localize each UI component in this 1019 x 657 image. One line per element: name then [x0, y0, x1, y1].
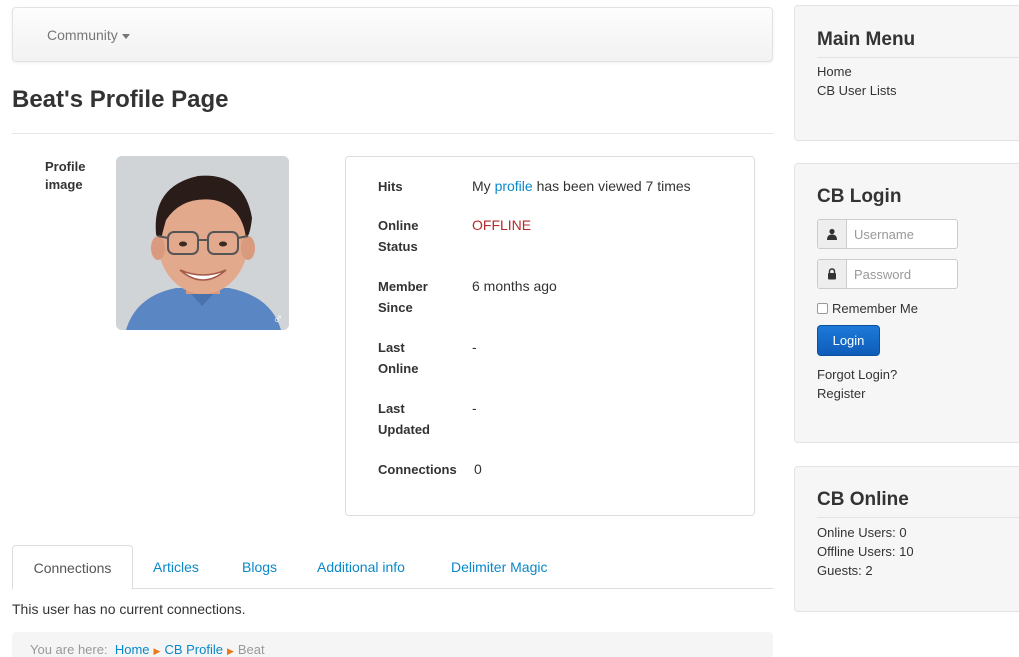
connections-value: 0 — [474, 461, 482, 477]
online-status-label: Online Status — [378, 215, 458, 257]
avatar[interactable]: ♂ — [116, 156, 289, 330]
connections-label: Connections — [378, 462, 457, 477]
hits-suffix: has been viewed 7 times — [532, 178, 691, 194]
user-icon — [818, 220, 847, 248]
last-online-label-line2: Online — [378, 361, 419, 376]
forgot-login-link[interactable]: Forgot Login? — [817, 365, 897, 384]
last-updated-label: Last Updated — [378, 398, 458, 440]
last-online-label-line1: Last — [378, 340, 405, 355]
main-menu-title: Main Menu — [817, 29, 916, 50]
online-status-label-line1: Online — [378, 218, 419, 233]
username-input[interactable] — [848, 220, 957, 248]
breadcrumb-current: Beat — [237, 642, 265, 657]
remember-me[interactable]: Remember Me — [817, 301, 918, 316]
no-connections-message: This user has no current connections. — [12, 601, 246, 617]
cb-login-module: CB Login Remember Me Login Forgot Login?… — [794, 163, 1019, 443]
remember-me-label: Remember Me — [832, 301, 918, 316]
main-menu-module: Main Menu Home CB User Lists — [794, 5, 1019, 141]
male-icon: ♂ — [272, 310, 284, 326]
breadcrumb-separator-icon: ▶ — [226, 646, 234, 656]
last-updated-value: - — [472, 400, 477, 416]
breadcrumb-home[interactable]: Home — [115, 642, 150, 657]
offline-users-count: Offline Users: 10 — [817, 544, 914, 559]
tab-delimiter-magic[interactable]: Delimiter Magic — [451, 545, 547, 589]
last-updated-label-line1: Last — [378, 401, 405, 416]
module-divider — [817, 57, 1019, 58]
username-field — [817, 219, 958, 249]
tab-additional-info[interactable]: Additional info — [317, 545, 405, 589]
tab-articles[interactable]: Articles — [153, 545, 199, 589]
register-link[interactable]: Register — [817, 384, 865, 403]
member-since-value: 6 months ago — [472, 278, 557, 294]
guests-count: Guests: 2 — [817, 563, 873, 578]
profile-image-label-line2: image — [45, 177, 83, 192]
profile-info-box: Hits My profile has been viewed 7 times … — [345, 156, 755, 516]
community-menu[interactable]: Community — [47, 27, 130, 43]
online-users-count: Online Users: 0 — [817, 525, 907, 540]
member-since-label: Member Since — [378, 276, 458, 318]
caret-down-icon — [121, 33, 130, 39]
hits-prefix: My — [472, 178, 495, 194]
profile-link[interactable]: profile — [495, 178, 533, 194]
profile-tabs: Connections Articles Blogs Additional in… — [12, 545, 773, 590]
lock-icon — [818, 260, 847, 288]
last-updated-label-line2: Updated — [378, 422, 430, 437]
top-navbar: Community — [12, 7, 773, 62]
online-status-value: OFFLINE — [472, 217, 532, 233]
profile-image-label: Profile image — [45, 158, 85, 194]
divider — [12, 133, 773, 134]
page-title: Beat's Profile Page — [12, 86, 229, 113]
last-online-value: - — [472, 339, 477, 355]
main-menu-cb-user-lists-link[interactable]: CB User Lists — [817, 81, 896, 100]
breadcrumb-cb-profile[interactable]: CB Profile — [164, 642, 223, 657]
login-button[interactable]: Login — [817, 325, 880, 356]
tab-blogs[interactable]: Blogs — [242, 545, 277, 589]
module-divider — [817, 517, 1019, 518]
member-since-label-line1: Member — [378, 279, 428, 294]
cb-online-title: CB Online — [817, 489, 909, 510]
tab-connections[interactable]: Connections — [12, 545, 133, 590]
avatar-portrait — [116, 156, 289, 330]
password-input[interactable] — [848, 260, 957, 288]
breadcrumb-prefix: You are here: — [30, 642, 108, 657]
cb-login-title: CB Login — [817, 186, 902, 207]
profile-image-label-line1: Profile — [45, 159, 86, 174]
last-online-label: Last Online — [378, 337, 458, 379]
remember-me-checkbox[interactable] — [817, 303, 828, 314]
member-since-label-line2: Since — [378, 300, 413, 315]
breadcrumb-separator-icon: ▶ — [153, 646, 161, 656]
hits-label: Hits — [378, 179, 403, 194]
main-menu-home-link[interactable]: Home — [817, 62, 852, 81]
community-menu-label: Community — [47, 27, 118, 43]
breadcrumb: You are here: Home ▶ CB Profile ▶ Beat — [12, 632, 773, 657]
online-status-label-line2: Status — [378, 239, 418, 254]
cb-online-module: CB Online Online Users: 0 Offline Users:… — [794, 466, 1019, 612]
hits-value: My profile has been viewed 7 times — [472, 176, 691, 197]
password-field — [817, 259, 958, 289]
